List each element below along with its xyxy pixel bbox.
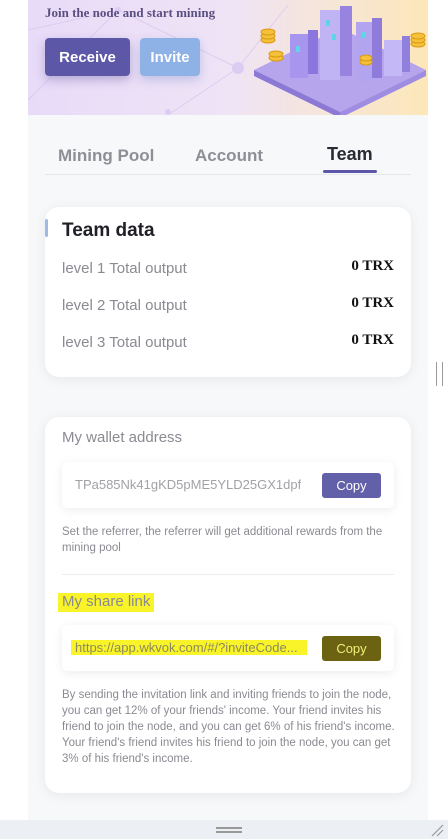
tab-account[interactable]: Account xyxy=(195,146,263,166)
team-data-card: Team data level 1 Total output 0 TRX lev… xyxy=(45,207,411,377)
section-accent-bar xyxy=(45,219,48,237)
team-row-level-2: level 2 Total output 0 TRX xyxy=(62,295,394,319)
tab-team[interactable]: Team xyxy=(327,144,373,165)
app-screen: Join the node and start mining Receive I… xyxy=(28,0,428,820)
banner-tagline: Join the node and start mining xyxy=(45,5,216,20)
team-row-value: 0 TRX xyxy=(351,295,394,311)
team-row-value: 0 TRX xyxy=(351,258,394,274)
team-data-title: Team data xyxy=(62,220,155,241)
active-tab-indicator xyxy=(323,170,377,173)
referrer-note: Set the referrer, the referrer will get … xyxy=(62,526,383,554)
share-link-label: My share link xyxy=(58,593,155,612)
copy-share-link-button[interactable]: Copy xyxy=(322,636,381,661)
team-row-label: level 1 Total output xyxy=(62,260,187,277)
right-gutter xyxy=(428,0,448,839)
tab-mining-pool[interactable]: Mining Pool xyxy=(58,146,154,166)
wallet-address-value[interactable]: TPa585Nk41gKD5pME5YLD25GX1dpfM xyxy=(75,477,301,492)
receive-button[interactable]: Receive xyxy=(45,38,130,76)
left-gutter xyxy=(0,0,28,839)
splitter-handle-icon[interactable] xyxy=(436,362,443,386)
section-divider xyxy=(62,574,394,575)
invitation-description: By sending the invitation link and invit… xyxy=(62,689,395,765)
drag-handle-icon[interactable] xyxy=(216,827,242,833)
mining-city-illustration xyxy=(254,6,426,115)
tab-bar: Mining Pool Account Team xyxy=(45,138,411,175)
wallet-address-box: TPa585Nk41gKD5pME5YLD25GX1dpfM Copy xyxy=(62,462,394,508)
wallet-card: My wallet address TPa585Nk41gKD5pME5YLD2… xyxy=(45,417,411,793)
mining-banner: Join the node and start mining Receive I… xyxy=(28,0,428,115)
share-link-value[interactable]: https://app.wkvok.com/#/?inviteCode... xyxy=(71,640,307,655)
team-row-value: 0 TRX xyxy=(351,332,394,348)
team-row-label: level 2 Total output xyxy=(62,297,187,314)
copy-wallet-button[interactable]: Copy xyxy=(322,473,381,498)
invite-button[interactable]: Invite xyxy=(140,38,200,76)
team-row-level-3: level 3 Total output 0 TRX xyxy=(62,332,394,356)
team-row-level-1: level 1 Total output 0 TRX xyxy=(62,258,394,282)
share-link-box: https://app.wkvok.com/#/?inviteCode... C… xyxy=(62,625,394,671)
wallet-address-label: My wallet address xyxy=(62,429,183,446)
team-row-label: level 3 Total output xyxy=(62,334,187,351)
resize-grip-icon[interactable] xyxy=(430,823,444,837)
